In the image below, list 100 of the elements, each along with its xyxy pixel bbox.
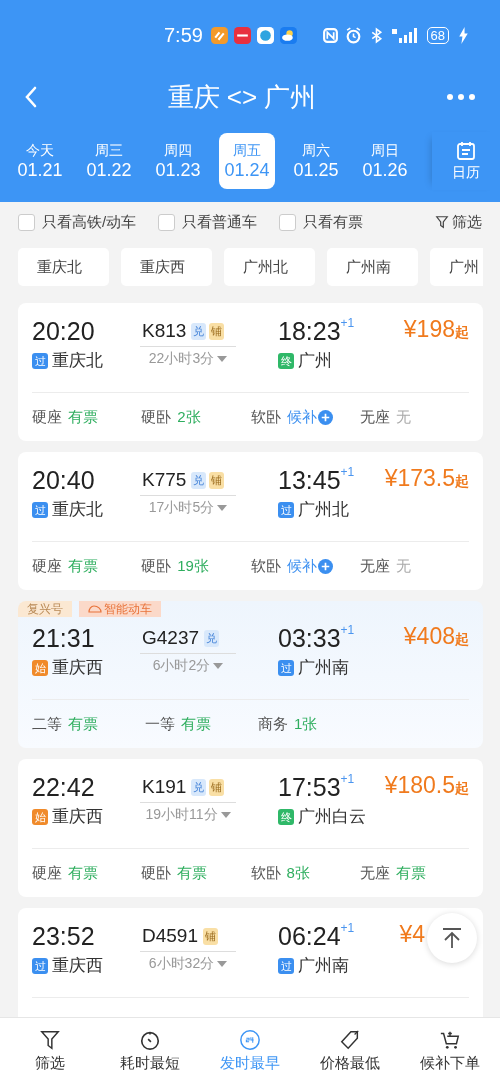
price-suffix: 起 bbox=[455, 780, 469, 798]
price: ¥4 bbox=[399, 921, 425, 948]
seat-class: 无座 bbox=[359, 407, 390, 427]
train-badge: 铺 bbox=[209, 778, 225, 796]
price-tag-icon bbox=[339, 1028, 361, 1051]
seat-availability: 无 bbox=[395, 556, 411, 576]
caret-icon bbox=[217, 356, 228, 362]
station-tag: 终 bbox=[278, 353, 294, 369]
departure-time: 23:52 bbox=[32, 922, 95, 950]
arrow-up-icon bbox=[442, 927, 462, 949]
arrival-time: 18:23 bbox=[278, 316, 341, 346]
departure-station: 重庆西 bbox=[52, 955, 103, 977]
arrival-time: 17:53 bbox=[278, 772, 341, 802]
price-suffix: 起 bbox=[455, 473, 469, 491]
funnel-icon bbox=[39, 1028, 61, 1051]
nav-tab[interactable]: 筛选 bbox=[0, 1018, 100, 1083]
train-badge: 铺 bbox=[203, 927, 218, 945]
seat-class: 商务 bbox=[258, 714, 288, 734]
filter-checkbox[interactable]: 只看高铁/动车 bbox=[18, 212, 137, 232]
seat-availability: 有票 bbox=[68, 714, 98, 734]
station-chip[interactable]: 重庆北 bbox=[18, 248, 109, 286]
station-tag: 过 bbox=[278, 502, 294, 518]
seat-class: 一等 bbox=[145, 714, 175, 734]
station-tag: 过 bbox=[278, 660, 294, 676]
price-suffix: 起 bbox=[455, 324, 469, 342]
app-icon bbox=[210, 26, 228, 44]
seat-availability: 1张 bbox=[294, 714, 318, 734]
seat-availability: 无 bbox=[395, 407, 411, 427]
seat-availability: 候补 bbox=[286, 556, 317, 576]
seat-availability: 8张 bbox=[286, 863, 310, 883]
seat-class: 软卧 bbox=[250, 407, 281, 427]
train-number: D4591 bbox=[142, 925, 198, 947]
checkbox[interactable] bbox=[18, 213, 35, 231]
price: ¥180.5 bbox=[384, 772, 455, 799]
train-number: K813 bbox=[142, 320, 187, 342]
filter-checkbox[interactable]: 只看有票 bbox=[279, 212, 364, 232]
seat-class: 硬座 bbox=[32, 407, 62, 427]
departure-station: 重庆北 bbox=[52, 499, 103, 521]
station-tag: 始 bbox=[32, 809, 48, 825]
weather-icon bbox=[279, 26, 297, 44]
price-suffix: 起 bbox=[455, 631, 469, 649]
seat-class: 硬座 bbox=[32, 556, 62, 576]
checkbox[interactable] bbox=[158, 213, 176, 231]
departure-time: 21:31 bbox=[32, 624, 95, 652]
day-offset: +1 bbox=[340, 465, 355, 479]
seat-class: 硬座 bbox=[32, 863, 62, 883]
more-icon[interactable] bbox=[446, 93, 476, 101]
seat-class: 软卧 bbox=[250, 863, 281, 883]
seat-availability: 有票 bbox=[181, 714, 211, 734]
station-tag: 过 bbox=[32, 958, 48, 974]
train-tag: 智能动车 bbox=[79, 601, 161, 617]
caret-icon bbox=[217, 961, 228, 967]
station-chip[interactable]: 广州 bbox=[430, 248, 483, 286]
checkbox[interactable] bbox=[279, 213, 297, 231]
seat-availability: 有票 bbox=[68, 863, 98, 883]
caret-icon bbox=[217, 505, 228, 511]
train-tag: 复兴号 bbox=[18, 601, 72, 617]
arrival-station: 广州白云 bbox=[298, 806, 366, 828]
seat-availability: 有票 bbox=[68, 556, 98, 576]
seat-class: 无座 bbox=[359, 863, 390, 883]
nav-tab[interactable]: 耗时最短 bbox=[100, 1018, 200, 1083]
calendar-icon bbox=[456, 140, 476, 161]
departure-time: 20:40 bbox=[32, 466, 95, 494]
back-icon[interactable] bbox=[24, 85, 38, 109]
train-number: K191 bbox=[142, 776, 187, 798]
station-chip[interactable]: 重庆西 bbox=[121, 248, 212, 286]
price: ¥198 bbox=[403, 316, 455, 343]
seat-class: 硬卧 bbox=[141, 556, 172, 576]
status-time: 7:59 bbox=[164, 23, 203, 47]
arrival-station: 广州南 bbox=[298, 657, 349, 679]
station-chip[interactable]: 广州北 bbox=[224, 248, 315, 286]
station-tag: 始 bbox=[32, 660, 48, 676]
station-tag: 终 bbox=[278, 809, 294, 825]
seat-class: 无座 bbox=[359, 556, 390, 576]
departure-station: 重庆西 bbox=[52, 806, 103, 828]
arrival-time: 03:33 bbox=[278, 623, 341, 653]
filter-checkbox[interactable]: 只看普通车 bbox=[158, 212, 258, 232]
seat-availability: 有票 bbox=[177, 863, 208, 883]
seat-class: 硬卧 bbox=[141, 863, 172, 883]
page-title: 重庆 <> 广州 bbox=[167, 80, 317, 114]
station-tag: 过 bbox=[32, 502, 48, 518]
train-number: K775 bbox=[142, 469, 187, 491]
nav-tab[interactable]: 候补下单 bbox=[400, 1018, 500, 1083]
day-offset: +1 bbox=[340, 772, 355, 786]
train-badge: 铺 bbox=[209, 471, 225, 489]
arrival-station: 广州南 bbox=[298, 955, 349, 977]
departure-station: 重庆北 bbox=[52, 350, 103, 372]
seat-availability: 有票 bbox=[395, 863, 426, 883]
seat-availability: 有票 bbox=[68, 407, 98, 427]
nav-tab[interactable]: 价格最低 bbox=[300, 1018, 400, 1083]
train-badge: 兑 bbox=[191, 322, 207, 340]
station-tag: 过 bbox=[32, 353, 48, 369]
plus-icon[interactable] bbox=[317, 558, 333, 574]
seat-availability: 19张 bbox=[177, 556, 209, 576]
caret-icon bbox=[213, 663, 224, 669]
train-number: G4237 bbox=[142, 627, 200, 649]
plus-icon[interactable] bbox=[317, 409, 333, 425]
filter-button[interactable]: 筛选 bbox=[435, 212, 482, 232]
station-chip[interactable]: 广州南 bbox=[327, 248, 418, 286]
caret-icon bbox=[220, 812, 231, 818]
